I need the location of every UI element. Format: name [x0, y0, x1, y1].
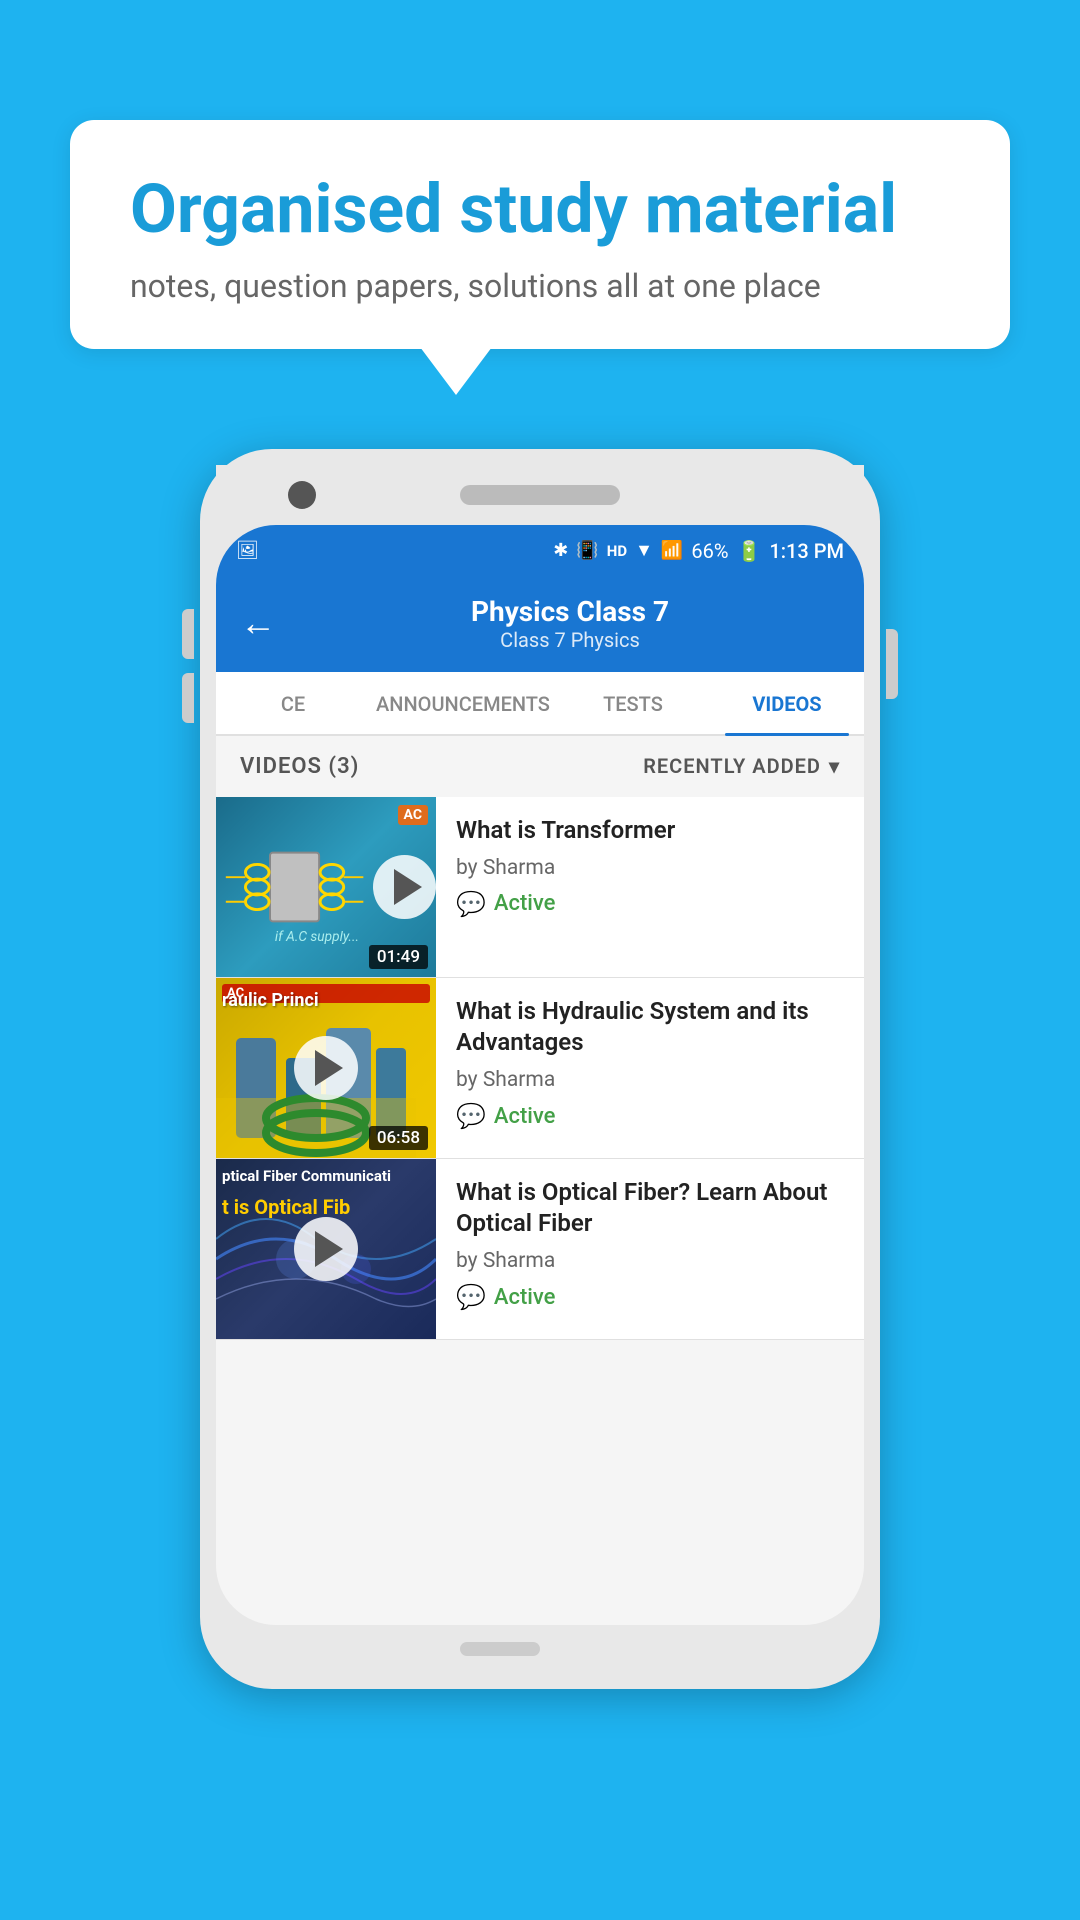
svg-text:if A.C supply...: if A.C supply...	[275, 929, 359, 945]
video-card-2[interactable]: AC raulic Princi	[216, 978, 864, 1159]
video-author-2: by Sharma	[456, 1068, 846, 1092]
optical-fiber-label-1: ptical Fiber Communicati	[222, 1167, 420, 1185]
status-left: 🖼	[236, 540, 259, 561]
active-label-2: Active	[494, 1104, 556, 1129]
phone-outer-shell: 🖼 ✱ 📳 HD ▼ 📶 66% 🔋 1:13 PM	[200, 449, 880, 1689]
back-button[interactable]: ←	[240, 605, 276, 641]
signal-icon: 📶	[661, 540, 683, 561]
battery-percent: 66%	[691, 539, 728, 563]
video-author-1: by Sharma	[456, 856, 846, 880]
video-status-1: 💬 Active	[456, 890, 846, 918]
battery-icon: 🔋	[736, 539, 761, 563]
bubble-subtitle: notes, question papers, solutions all at…	[130, 267, 950, 305]
vibrate-icon: 📳	[576, 540, 598, 561]
video-thumb-3: ptical Fiber Communicati t is Optical Fi…	[216, 1159, 436, 1339]
video-status-2: 💬 Active	[456, 1102, 846, 1130]
active-label-3: Active	[494, 1285, 556, 1310]
hydraulic-text: raulic Princi	[222, 990, 319, 1011]
speech-bubble: Organised study material notes, question…	[70, 120, 1010, 349]
tabs-bar: CE ANNOUNCEMENTS TESTS VIDEOS	[216, 672, 864, 736]
power-button	[886, 629, 898, 699]
phone-inner-shell: 🖼 ✱ 📳 HD ▼ 📶 66% 🔋 1:13 PM	[216, 525, 864, 1625]
videos-list-header: VIDEOS (3) RECENTLY ADDED ▾	[216, 736, 864, 797]
play-button-1[interactable]	[373, 855, 436, 919]
video-thumb-2: AC raulic Princi	[216, 978, 436, 1158]
sort-button[interactable]: RECENTLY ADDED ▾	[643, 754, 840, 778]
video-title-3: What is Optical Fiber? Learn About Optic…	[456, 1177, 846, 1239]
phone-top-bar	[216, 465, 864, 525]
phone-mockup: 🖼 ✱ 📳 HD ▼ 📶 66% 🔋 1:13 PM	[200, 449, 880, 1689]
hd-badge: HD	[607, 542, 627, 560]
page-background: Organised study material notes, question…	[0, 0, 1080, 1920]
home-indicator	[460, 1642, 540, 1656]
videos-count-label: VIDEOS (3)	[240, 754, 359, 779]
video-title-2: What is Hydraulic System and its Advanta…	[456, 996, 846, 1058]
phone-speaker	[460, 485, 620, 505]
video-title-1: What is Transformer	[456, 815, 846, 846]
status-bar: 🖼 ✱ 📳 HD ▼ 📶 66% 🔋 1:13 PM	[216, 525, 864, 577]
app-bar-subtitle: Class 7 Physics	[300, 628, 840, 652]
bubble-title: Organised study material	[130, 172, 950, 247]
video-info-1: What is Transformer by Sharma 💬 Active	[436, 797, 864, 932]
app-bar-title: Physics Class 7	[300, 595, 840, 628]
phone-camera	[288, 481, 316, 509]
time-display: 1:13 PM	[769, 539, 844, 563]
bluetooth-icon: ✱	[553, 540, 568, 561]
screen: 🖼 ✱ 📳 HD ▼ 📶 66% 🔋 1:13 PM	[216, 525, 864, 1625]
chat-icon-1: 💬	[456, 890, 486, 918]
chat-icon-3: 💬	[456, 1283, 486, 1311]
video-card-3[interactable]: ptical Fiber Communicati t is Optical Fi…	[216, 1159, 864, 1340]
video-thumb-1: AC	[216, 797, 436, 977]
play-button-3[interactable]	[294, 1217, 358, 1281]
tab-announcements[interactable]: ANNOUNCEMENTS	[370, 672, 556, 734]
video-card-1[interactable]: AC	[216, 797, 864, 978]
wifi-icon: ▼	[635, 540, 653, 561]
phone-bottom-bar	[216, 1625, 864, 1673]
app-bar-title-container: Physics Class 7 Class 7 Physics	[300, 595, 840, 652]
video-status-3: 💬 Active	[456, 1283, 846, 1311]
optical-fiber-label-2: t is Optical Fib	[222, 1195, 350, 1219]
app-bar: ← Physics Class 7 Class 7 Physics	[216, 577, 864, 672]
chevron-down-icon: ▾	[829, 754, 840, 778]
tab-ce[interactable]: CE	[216, 672, 370, 734]
video-duration-1: 01:49	[369, 945, 428, 969]
video-author-3: by Sharma	[456, 1249, 846, 1273]
play-button-2[interactable]	[294, 1036, 358, 1100]
tab-tests[interactable]: TESTS	[556, 672, 710, 734]
status-right: ✱ 📳 HD ▼ 📶 66% 🔋 1:13 PM	[553, 539, 844, 563]
sort-label: RECENTLY ADDED	[643, 754, 821, 778]
chat-icon-2: 💬	[456, 1102, 486, 1130]
tab-videos[interactable]: VIDEOS	[710, 672, 864, 734]
ac-label: AC	[398, 805, 428, 825]
video-info-3: What is Optical Fiber? Learn About Optic…	[436, 1159, 864, 1325]
volume-up-button	[182, 609, 194, 659]
video-info-2: What is Hydraulic System and its Advanta…	[436, 978, 864, 1144]
active-label-1: Active	[494, 891, 556, 916]
volume-down-button	[182, 673, 194, 723]
photo-icon: 🖼	[236, 540, 259, 561]
transformer-svg: if A.C supply...	[216, 822, 373, 952]
video-duration-2: 06:58	[369, 1126, 428, 1150]
